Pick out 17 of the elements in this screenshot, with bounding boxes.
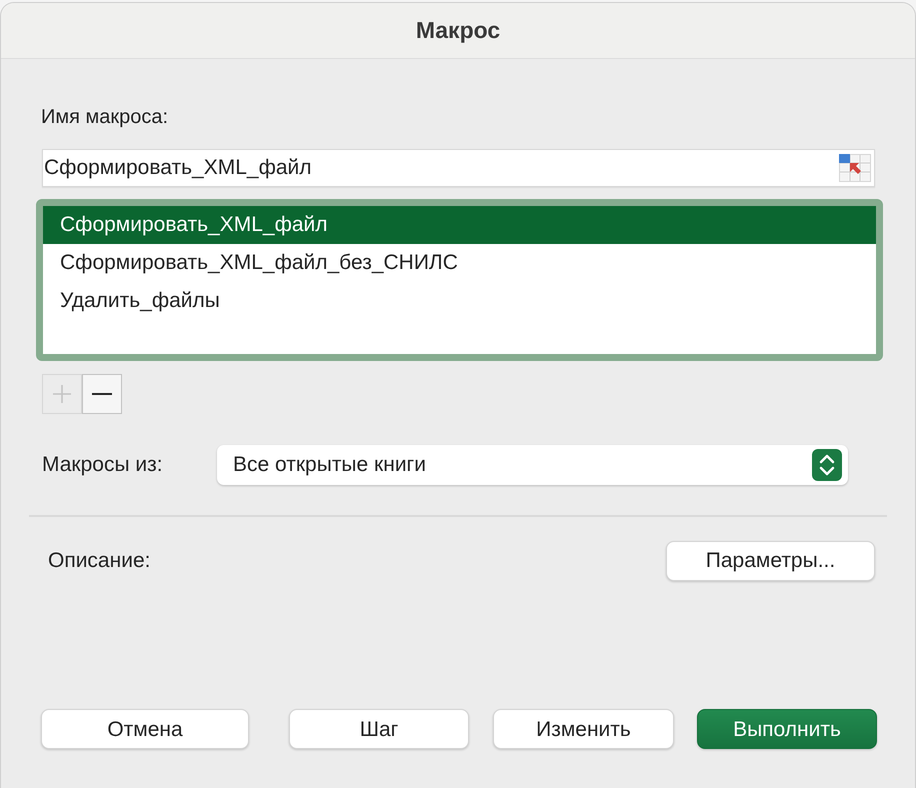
- macro-name-label: Имя макроса:: [41, 105, 168, 129]
- remove-macro-button[interactable]: [82, 374, 122, 414]
- up-down-stepper-icon: [812, 449, 842, 481]
- plus-icon: [52, 384, 72, 404]
- dialog-button[interactable]: Шаг: [289, 709, 469, 749]
- window-title: Макрос: [416, 16, 500, 46]
- options-button[interactable]: Параметры...: [666, 541, 875, 581]
- minus-icon: [92, 393, 112, 395]
- run-button[interactable]: Выполнить: [697, 709, 877, 749]
- macros-source-dropdown[interactable]: Все открытые книги: [217, 445, 848, 485]
- dialog-button[interactable]: Отмена: [41, 709, 249, 749]
- macro-list-item[interactable]: Сформировать_XML_файл: [43, 206, 876, 244]
- macros-source-label: Макросы из:: [42, 452, 164, 478]
- macro-name-field[interactable]: Сформировать_XML_файл: [42, 149, 875, 187]
- range-picker-icon[interactable]: [839, 154, 871, 182]
- description-label: Описание:: [48, 548, 150, 574]
- dialog-button[interactable]: Изменить: [493, 709, 674, 749]
